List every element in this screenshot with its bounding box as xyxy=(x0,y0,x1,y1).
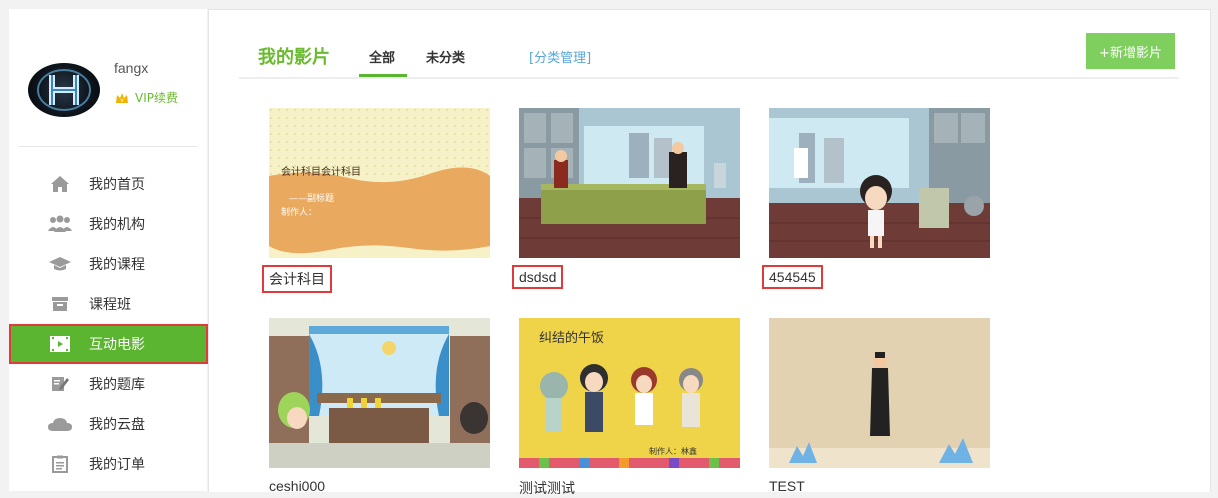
page-title: 我的影片 xyxy=(258,47,330,68)
graduation-cap-icon xyxy=(47,254,73,274)
group-icon xyxy=(47,214,73,234)
sidebar-item-interactive-movie[interactable]: 互动电影 xyxy=(9,324,208,364)
sidebar-nav: 我的首页 我的机构 我的课程 课程班 互动电影 我的题库 我的云盘 我的订单 xyxy=(9,164,208,484)
film-title[interactable]: 会计科目 xyxy=(262,265,332,293)
sidebar-item-class[interactable]: 课程班 xyxy=(9,284,207,324)
thumb-title-text: 会计科目会计科目 xyxy=(281,165,361,178)
film-thumbnail[interactable]: 纠结的午饭 制作人：林鑫 xyxy=(519,318,740,468)
film-card[interactable] xyxy=(519,108,740,258)
film-title[interactable]: 454545 xyxy=(762,265,823,289)
tab-all[interactable]: 全部 xyxy=(369,47,395,66)
sidebar-divider xyxy=(19,146,197,147)
film-card[interactable] xyxy=(769,108,990,258)
sidebar-item-orders[interactable]: 我的订单 xyxy=(9,444,207,484)
vip-crown-icon: v xyxy=(116,92,128,104)
film-card[interactable] xyxy=(269,318,490,468)
sidebar-item-courses[interactable]: 我的课程 xyxy=(9,244,207,284)
main-panel: 我的影片 全部 未分类 [分类管理] +新增影片 会计科目会计科目 ——副标题 … xyxy=(208,9,1211,496)
sidebar: fangx v VIP续费 我的首页 我的机构 我的课程 课程班 互动电影 我的… xyxy=(9,9,208,491)
film-card[interactable]: 会计科目会计科目 ——副标题 制作人： xyxy=(269,108,490,258)
film-thumbnail[interactable] xyxy=(519,108,740,258)
clipboard-icon xyxy=(47,454,73,474)
film-thumbnail[interactable]: 会计科目会计科目 ——副标题 制作人： xyxy=(269,108,490,258)
add-film-button[interactable]: +新增影片 xyxy=(1086,33,1175,69)
sidebar-item-label: 互动电影 xyxy=(89,337,145,353)
sidebar-item-label: 我的首页 xyxy=(89,177,145,193)
sidebar-item-cloud-disk[interactable]: 我的云盘 xyxy=(9,404,207,444)
film-icon xyxy=(47,334,73,354)
film-card[interactable] xyxy=(769,318,990,468)
film-thumbnail[interactable] xyxy=(269,318,490,468)
film-card[interactable]: 纠结的午饭 制作人：林鑫 xyxy=(519,318,740,468)
film-title[interactable]: TEST xyxy=(769,478,805,494)
sidebar-item-label: 我的订单 xyxy=(89,457,145,473)
film-title[interactable]: ceshi000 xyxy=(269,478,325,494)
vip-renew-link[interactable]: v VIP续费 xyxy=(114,89,178,106)
edit-icon xyxy=(47,374,73,394)
vip-renew-label: VIP续费 xyxy=(135,91,178,105)
username: fangx xyxy=(114,60,149,76)
sidebar-item-label: 我的云盘 xyxy=(89,417,145,433)
home-icon xyxy=(47,174,73,194)
film-thumbnail[interactable] xyxy=(769,108,990,258)
sidebar-item-label: 我的题库 xyxy=(89,377,145,393)
tab-uncategorized[interactable]: 未分类 xyxy=(426,47,465,66)
thumb-subtitle-text: ——副标题 xyxy=(289,192,334,204)
thumb-author-text: 制作人： xyxy=(281,206,317,218)
sidebar-item-label: 我的课程 xyxy=(89,257,145,273)
sidebar-item-question-bank[interactable]: 我的题库 xyxy=(9,364,207,404)
sidebar-item-home[interactable]: 我的首页 xyxy=(9,164,207,204)
cloud-icon xyxy=(47,414,73,434)
thumb-author-text: 制作人：林鑫 xyxy=(649,446,697,456)
film-thumbnail[interactable] xyxy=(769,318,990,468)
sidebar-item-organization[interactable]: 我的机构 xyxy=(9,204,207,244)
header-divider xyxy=(239,77,1179,79)
thumb-title-text: 纠结的午饭 xyxy=(539,330,604,346)
archive-box-icon xyxy=(47,294,73,314)
avatar[interactable] xyxy=(28,63,100,117)
film-title[interactable]: 测试测试 xyxy=(519,478,575,498)
sidebar-item-label: 课程班 xyxy=(89,297,131,313)
svg-text:v: v xyxy=(120,97,124,104)
category-management-link[interactable]: [分类管理] xyxy=(529,47,591,66)
film-title[interactable]: dsdsd xyxy=(512,265,564,289)
sidebar-item-label: 我的机构 xyxy=(89,217,145,233)
